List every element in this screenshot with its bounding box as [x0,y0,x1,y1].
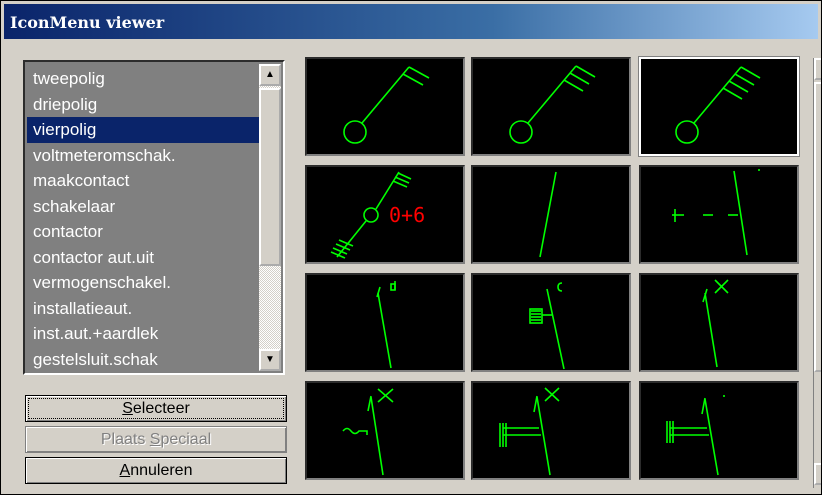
list-item[interactable]: schakelaar [27,194,259,220]
grid-scroll-down-button[interactable] [814,463,821,485]
scroll-thumb[interactable] [259,88,281,266]
icon-cell-inst-aut-aardlek[interactable] [471,381,631,480]
installatieaut-symbol-icon [342,388,394,476]
place-special-button[interactable]: Plaats Speciaal [25,426,287,453]
icon-cell-gestelsluit-schak[interactable] [639,381,799,480]
vierpolig-symbol-icon [675,66,761,144]
contactor-aut-uit-symbol-icon [529,282,565,370]
place-special-label-pre: Plaats [100,431,150,448]
icon-cell-schakelaar[interactable] [639,165,799,264]
cancel-label-key: A [119,462,131,479]
list-item[interactable]: vierpolig [27,117,259,143]
symbol-list: tweepolig driepolig vierpolig voltmeteromsc… [27,66,259,372]
list-item[interactable]: maakcontact [27,168,259,194]
symbol-listbox[interactable]: tweepolig driepolig vierpolig voltmeteromsc… [23,60,285,375]
icon-cell-driepolig[interactable] [471,57,631,156]
list-item[interactable]: gestelsluit.schak [27,347,259,373]
icon-cell-vierpolig[interactable] [639,57,799,156]
icon-cell-installatieaut[interactable] [305,381,465,480]
icon-cell-maakcontact[interactable] [471,165,631,264]
window-title: IconMenu viewer [4,4,818,39]
schakelaar-symbol-icon [672,169,760,256]
icon-cell-vermogenschakel[interactable] [639,273,799,372]
iconmenu-window: IconMenu viewer tweepolig driepolig vierpo… [0,0,822,495]
contactor-symbol-icon [376,281,396,369]
voltmeteromschak-symbol-icon: 0+6 [330,171,425,259]
place-special-label-key: S [149,431,161,448]
gestelsluit-schak-symbol-icon [666,395,725,476]
scroll-up-button[interactable]: ▲ [259,64,281,86]
list-item[interactable]: contactor [27,219,259,245]
icon-cell-contactor[interactable] [305,273,465,372]
list-item[interactable]: driepolig [27,92,259,118]
list-item[interactable]: tweepolig [27,66,259,92]
driepolig-symbol-icon [509,65,596,144]
scroll-down-button[interactable]: ▼ [259,349,281,371]
list-item[interactable]: inst.aut.+aardlek [27,321,259,347]
icon-grid: 0+6 [301,54,811,488]
place-special-label-post: peciaal [160,431,212,448]
list-item[interactable]: installatieaut. [27,296,259,322]
icon-cell-tweepolig[interactable] [305,57,465,156]
list-item[interactable]: vermogenschakel. [27,270,259,296]
icon-cell-voltmeteromschak[interactable]: 0+6 [305,165,465,264]
list-item[interactable]: voltmeteromschak. [27,143,259,169]
inst-aut-aardlek-symbol-icon [499,387,560,476]
icon-grid-scrollbar[interactable] [813,58,821,488]
list-scrollbar[interactable]: ▲ ▼ [259,64,281,371]
cancel-label-post: nnuleren [130,462,193,479]
grid-scroll-up-button[interactable] [814,58,821,80]
list-item[interactable]: contactor aut.uit [27,245,259,271]
select-label-post: electeer [132,400,190,417]
icon-cell-contactor-aut-uit[interactable] [471,273,631,372]
cancel-button[interactable]: Annuleren [25,457,287,484]
maakcontact-symbol-icon [539,171,557,258]
select-button[interactable]: Selecteer [25,395,287,422]
tweepolig-symbol-icon [343,66,430,144]
vermogenschakel-symbol-icon [702,279,729,368]
icon-code-text: 0+6 [389,203,425,227]
select-label-key: S [122,400,133,417]
grid-scroll-thumb[interactable] [814,82,821,372]
